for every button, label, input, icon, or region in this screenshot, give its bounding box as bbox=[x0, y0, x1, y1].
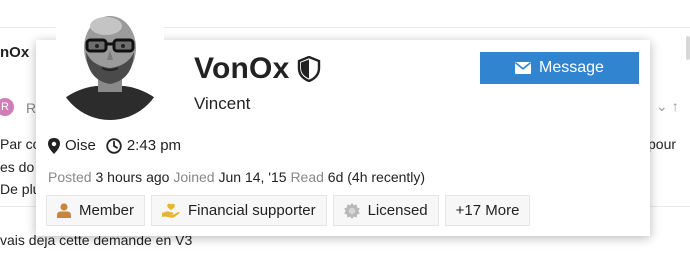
shield-icon bbox=[297, 56, 321, 82]
post-text-line: De plu bbox=[0, 181, 41, 197]
user-full-name: Vincent bbox=[194, 94, 251, 113]
badge-label: Licensed bbox=[367, 202, 428, 219]
posted-label: Posted bbox=[48, 169, 92, 185]
post-author-name-fragment[interactable]: R bbox=[26, 100, 36, 116]
post-text-line: es do bbox=[0, 159, 35, 175]
message-button-label: Message bbox=[539, 59, 604, 76]
local-time-text: 2:43 pm bbox=[126, 137, 182, 154]
post-text-fragment-right: pour bbox=[648, 136, 677, 152]
envelope-icon bbox=[515, 62, 532, 74]
location: Oise bbox=[48, 137, 96, 154]
member-icon bbox=[57, 203, 71, 218]
badge-label: Financial supporter bbox=[188, 202, 316, 219]
read-value: 6d (4h recently) bbox=[327, 169, 426, 185]
badge-member[interactable]: Member bbox=[46, 195, 146, 226]
user-card: VonOx Vincent Message Oise 2:43 pm Poste… bbox=[36, 8, 650, 236]
message-button[interactable]: Message bbox=[480, 52, 639, 84]
user-avatar[interactable] bbox=[56, 8, 164, 120]
avatar-portrait-icon bbox=[56, 8, 164, 120]
location-time-row: Oise 2:43 pm bbox=[48, 137, 191, 154]
post-controls-icons[interactable]: ⌄↑ bbox=[656, 98, 683, 115]
topic-title-fragment[interactable]: nOx bbox=[0, 44, 29, 61]
post-text-line: Par co bbox=[0, 136, 41, 152]
clock-icon bbox=[106, 137, 122, 154]
joined-value: Jun 14, '15 bbox=[218, 169, 287, 185]
user-stats-row: Posted 3 hours ago Joined Jun 14, '15 Re… bbox=[48, 169, 425, 185]
badge-list: Member Financial supporter Licensed +17 … bbox=[46, 195, 531, 226]
joined-label: Joined bbox=[173, 169, 215, 185]
badge-label: +17 More bbox=[455, 202, 520, 219]
posted-value[interactable]: 3 hours ago bbox=[95, 169, 169, 185]
certificate-icon bbox=[343, 202, 360, 219]
username-row: VonOx bbox=[194, 52, 321, 86]
read-label: Read bbox=[290, 169, 324, 185]
hand-heart-icon bbox=[162, 203, 180, 218]
username[interactable]: VonOx bbox=[194, 52, 289, 86]
post-author-avatar[interactable]: R bbox=[0, 98, 14, 116]
badge-label: Member bbox=[79, 202, 135, 219]
map-marker-icon bbox=[48, 137, 60, 154]
badge-licensed[interactable]: Licensed bbox=[332, 195, 439, 226]
location-text: Oise bbox=[65, 137, 96, 154]
more-badges-button[interactable]: +17 More bbox=[444, 195, 531, 226]
local-time: 2:43 pm bbox=[106, 137, 181, 154]
timeline-scroll-handle[interactable] bbox=[686, 36, 690, 60]
badge-financial-supporter[interactable]: Financial supporter bbox=[151, 195, 327, 226]
page: nOx R R ⌄↑ Par co es do De plu pour vais… bbox=[0, 0, 690, 258]
